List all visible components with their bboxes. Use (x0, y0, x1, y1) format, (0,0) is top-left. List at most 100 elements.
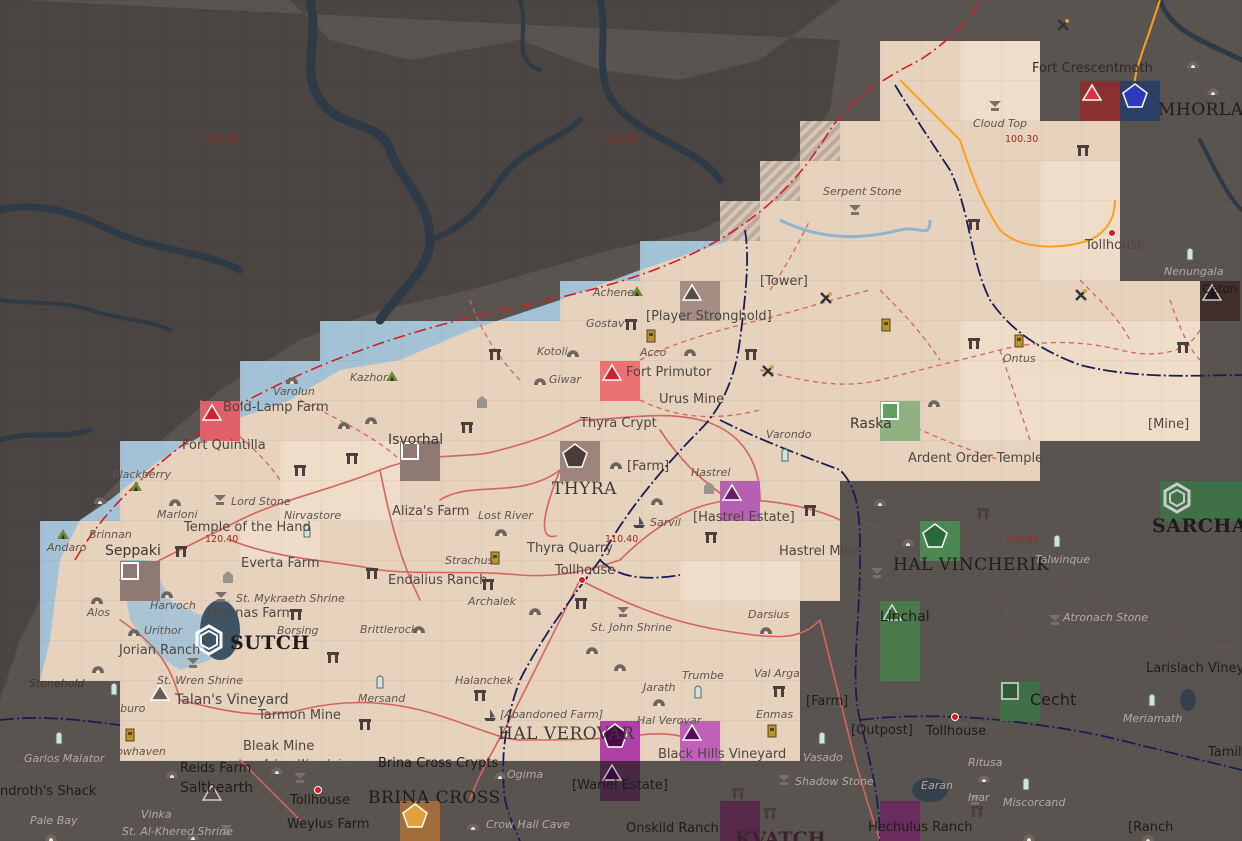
site-label[interactable]: Harvoch (150, 600, 196, 611)
site-label[interactable]: Ontus (1003, 353, 1036, 364)
poi-label[interactable]: Nisenas Farm (207, 607, 294, 620)
village-label[interactable]: Seppaki (105, 544, 161, 558)
dolmen-icon[interactable] (771, 683, 787, 699)
village-label[interactable]: Raska (850, 417, 892, 431)
site-label[interactable]: Varolun (273, 386, 315, 397)
shrine-icon[interactable] (213, 588, 229, 604)
village-label[interactable]: Linchal (880, 610, 930, 624)
poi-label[interactable]: Urus Mine (659, 393, 724, 406)
cave-icon[interactable] (167, 492, 183, 508)
shrine-icon[interactable] (292, 769, 308, 785)
poi-label[interactable]: Hastrel Mine (779, 545, 860, 558)
cave-icon[interactable] (465, 816, 481, 832)
settlement-label-mhorlag[interactable]: MHORLAG (1158, 102, 1242, 119)
dolmen-icon[interactable] (487, 346, 503, 362)
site-label[interactable]: Vinka (141, 809, 172, 820)
cave-icon[interactable] (284, 370, 300, 386)
shrine-icon[interactable] (1047, 611, 1063, 627)
poi-label[interactable]: Endalius Ranch (388, 574, 487, 587)
site-label[interactable]: Marloni (157, 509, 198, 520)
mine-icon[interactable] (818, 290, 834, 306)
poi-label[interactable]: Everta Farm (241, 557, 319, 570)
site-label[interactable]: Lord Stone (231, 496, 291, 507)
site-label[interactable]: Borsing (277, 625, 319, 636)
site-label[interactable]: Lost River (478, 510, 533, 521)
ship-icon[interactable] (482, 707, 498, 723)
site-label[interactable]: Beldaburo (89, 703, 145, 714)
dolmen-icon[interactable] (292, 462, 308, 478)
settlement-label-sarchal[interactable]: SARCHAL (1152, 517, 1242, 536)
dolmen-icon[interactable] (1075, 142, 1091, 158)
poi-label[interactable]: [Ranch (1128, 821, 1173, 834)
poi-label[interactable]: Brina Cross Crypts (378, 757, 498, 770)
site-label[interactable]: Inar (968, 792, 989, 803)
tower-icon[interactable] (122, 727, 138, 743)
tower-icon[interactable] (643, 328, 659, 344)
site-label[interactable]: Blackberry (112, 469, 171, 480)
stone-icon[interactable] (106, 681, 122, 697)
village-label[interactable]: Salthearth (180, 781, 253, 795)
shrine-icon[interactable] (987, 97, 1003, 113)
site-label[interactable]: Cloud Top (973, 118, 1027, 129)
shrine-icon[interactable] (615, 603, 631, 619)
site-label[interactable]: Kotoli (537, 346, 568, 357)
site-label[interactable]: Val Argath (754, 668, 811, 679)
cave-icon[interactable] (900, 532, 916, 548)
site-label[interactable]: Alos (87, 607, 110, 618)
site-label[interactable]: Andaro (47, 542, 86, 553)
site-label[interactable]: Nenungala (1164, 266, 1223, 277)
dolmen-icon[interactable] (357, 716, 373, 732)
site-label[interactable]: Brittlerock (360, 624, 417, 635)
town-marker-mhorlag-icon[interactable] (1120, 81, 1160, 121)
poi-label[interactable]: Tollhouse (555, 564, 615, 577)
cave-icon[interactable] (1021, 827, 1037, 841)
cave-icon[interactable] (1185, 54, 1201, 70)
ruin-icon[interactable] (701, 480, 717, 496)
site-label[interactable]: Archalek (468, 596, 516, 607)
site-label[interactable]: Strachus (445, 555, 493, 566)
site-label[interactable]: Shadow Stone (795, 776, 874, 787)
camp-icon[interactable] (55, 526, 71, 542)
dolmen-icon[interactable] (975, 505, 991, 521)
dolmen-icon[interactable] (364, 565, 380, 581)
site-label[interactable]: Jarath (643, 682, 676, 693)
cave-icon[interactable] (89, 590, 105, 606)
stone-icon[interactable] (690, 684, 706, 700)
cave-icon[interactable] (532, 371, 548, 387)
site-label[interactable]: Mersand (358, 693, 405, 704)
fort-label[interactable]: Fort Quintilla (182, 439, 266, 452)
shrine-icon[interactable] (847, 201, 863, 217)
fort-label[interactable]: Fort Crescentmoth (1032, 62, 1153, 75)
site-label[interactable]: Gostav (586, 318, 625, 329)
fort-label[interactable]: [Player Stronghold] (646, 310, 772, 323)
village-label[interactable]: Isvorhal (388, 433, 443, 447)
dolmen-icon[interactable] (966, 335, 982, 351)
site-label[interactable]: Vasado (803, 752, 843, 763)
cave-icon[interactable] (651, 692, 667, 708)
poi-label[interactable]: Weylus Farm (287, 818, 370, 831)
dolmen-icon[interactable] (743, 346, 759, 362)
site-label[interactable]: St. Mykraeth Shrine (236, 593, 345, 604)
poi-label[interactable]: Onskild Ranch (626, 822, 719, 835)
site-label[interactable]: St. Wren Shrine (157, 675, 243, 686)
world-map[interactable]: 120.30 110.30 100.30 120.40 110.40 100.4… (0, 0, 1242, 841)
site-label[interactable]: Achene (593, 287, 634, 298)
shrine-icon[interactable] (212, 491, 228, 507)
fort-label[interactable]: [Wariel Estate] (572, 779, 668, 792)
cave-icon[interactable] (164, 764, 180, 780)
fort-label[interactable]: Hechulus Ranch (868, 821, 973, 834)
settlement-label-hal-verovar[interactable]: HAL VEROVAR (498, 726, 635, 743)
site-label[interactable]: Talwinque (1035, 554, 1090, 565)
cave-icon[interactable] (363, 410, 379, 426)
poi-label[interactable]: [Mine] (1148, 418, 1189, 431)
dolmen-icon[interactable] (802, 502, 818, 518)
site-label[interactable]: Sarvil (650, 517, 681, 528)
ship-icon[interactable] (631, 514, 647, 530)
site-label[interactable]: Crowhaven (104, 746, 166, 757)
poi-label[interactable]: Tollhouse (926, 725, 986, 738)
cave-icon[interactable] (584, 640, 600, 656)
site-label[interactable]: Earan (921, 780, 953, 791)
site-label[interactable]: Ogima (507, 769, 543, 780)
dolmen-icon[interactable] (966, 216, 982, 232)
fort-label[interactable]: Fort Primutor (626, 366, 711, 379)
